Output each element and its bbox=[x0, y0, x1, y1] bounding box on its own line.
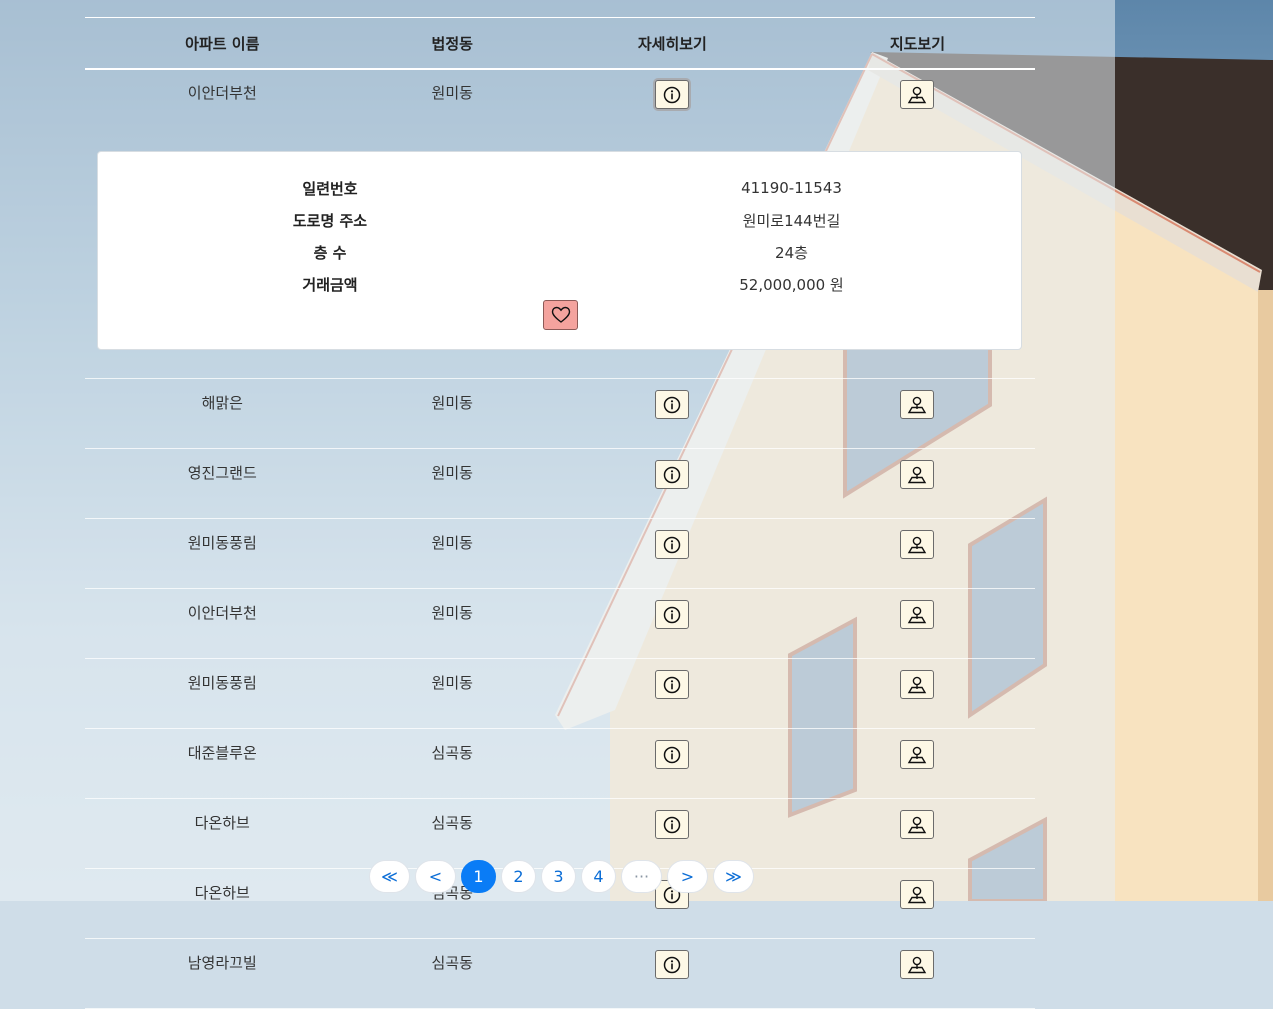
detail-label: 도로명 주소 bbox=[292, 211, 368, 230]
table-header-row: 아파트 이름 법정동 자세히보기 지도보기 bbox=[85, 17, 1035, 70]
table-row: 대준블루온 심곡동 bbox=[85, 728, 1035, 799]
map-pin-person-icon bbox=[908, 466, 927, 483]
page-3-button[interactable]: 3 bbox=[541, 860, 576, 893]
table-row: 이안더부천 원미동 bbox=[85, 69, 1035, 151]
header-dong: 법정동 bbox=[359, 17, 545, 70]
table-row: 다온하브 심곡동 bbox=[85, 798, 1035, 869]
header-apartment-name: 아파트 이름 bbox=[85, 17, 360, 70]
map-button[interactable] bbox=[900, 390, 935, 419]
detail-item: 일련번호 41190-11543 bbox=[98, 172, 1021, 204]
detail-value: 24층 bbox=[775, 243, 808, 262]
apartment-name: 영진그랜드 bbox=[85, 448, 360, 519]
details-button[interactable] bbox=[655, 740, 690, 769]
detail-value: 52,000,000 원 bbox=[739, 275, 844, 294]
details-button[interactable] bbox=[655, 530, 690, 559]
map-button[interactable] bbox=[900, 530, 935, 559]
dong-name: 원미동 bbox=[359, 658, 545, 729]
apartment-name: 이안더부천 bbox=[187, 84, 257, 102]
map-button[interactable] bbox=[900, 740, 935, 769]
apartment-name: 다온하브 bbox=[85, 798, 360, 869]
map-pin-person-icon bbox=[908, 956, 927, 973]
detail-card: 일련번호 41190-11543 도로명 주소 원미로144번길 층 수 24층 bbox=[97, 151, 1022, 350]
detail-item: 도로명 주소 원미로144번길 bbox=[98, 204, 1021, 236]
details-button[interactable] bbox=[655, 600, 690, 629]
info-circle-icon bbox=[664, 466, 681, 483]
info-circle-icon bbox=[664, 86, 681, 103]
detail-row: 일련번호 41190-11543 도로명 주소 원미로144번길 층 수 24층 bbox=[85, 151, 1035, 379]
map-pin-person-icon bbox=[908, 816, 927, 833]
details-button[interactable] bbox=[655, 460, 690, 489]
prev-page-button[interactable]: < bbox=[415, 860, 456, 893]
dong-name: 원미동 bbox=[359, 448, 545, 519]
apartment-name: 이안더부천 bbox=[85, 588, 360, 659]
table-row: 이안더부천 원미동 bbox=[85, 588, 1035, 659]
apartment-name: 원미동풍림 bbox=[85, 658, 360, 729]
dong-name: 심곡동 bbox=[359, 728, 545, 799]
pagination: ≪ < 1 2 3 4 ··· > ≫ bbox=[369, 860, 754, 893]
map-button[interactable] bbox=[900, 600, 935, 629]
detail-label: 일련번호 bbox=[302, 179, 358, 198]
info-circle-icon bbox=[664, 956, 681, 973]
map-pin-person-icon bbox=[908, 396, 927, 413]
map-button[interactable] bbox=[900, 810, 935, 839]
map-pin-person-icon bbox=[908, 536, 927, 553]
header-details: 자세히보기 bbox=[544, 17, 800, 70]
details-button[interactable] bbox=[655, 80, 690, 109]
dong-name: 심곡동 bbox=[359, 938, 545, 1009]
detail-label: 층 수 bbox=[313, 243, 347, 262]
info-circle-icon bbox=[664, 536, 681, 553]
dong-name: 심곡동 bbox=[359, 798, 545, 869]
dong-name: 원미동 bbox=[359, 378, 545, 449]
apartment-name: 해맑은 bbox=[85, 378, 360, 449]
detail-item: 거래금액 52,000,000 원 bbox=[98, 268, 1021, 300]
map-pin-person-icon bbox=[908, 86, 927, 103]
first-page-button[interactable]: ≪ bbox=[369, 860, 410, 893]
map-pin-person-icon bbox=[908, 746, 927, 763]
table-row: 해맑은 원미동 bbox=[85, 378, 1035, 449]
apartment-name: 대준블루온 bbox=[85, 728, 360, 799]
detail-item: 층 수 24층 bbox=[98, 236, 1021, 268]
favorite-button[interactable] bbox=[543, 300, 578, 330]
info-circle-icon bbox=[664, 606, 681, 623]
details-button[interactable] bbox=[655, 670, 690, 699]
details-button[interactable] bbox=[655, 390, 690, 419]
page-1-button[interactable]: 1 bbox=[461, 860, 496, 893]
next-page-button[interactable]: > bbox=[667, 860, 708, 893]
last-page-button[interactable]: ≫ bbox=[713, 860, 754, 893]
details-button[interactable] bbox=[655, 950, 690, 979]
table-row: 영진그랜드 원미동 bbox=[85, 448, 1035, 519]
map-button[interactable] bbox=[900, 670, 935, 699]
header-map: 지도보기 bbox=[799, 17, 1035, 70]
detail-value: 원미로144번길 bbox=[742, 211, 841, 230]
page-2-button[interactable]: 2 bbox=[501, 860, 536, 893]
dong-name: 원미동 bbox=[431, 84, 473, 102]
dong-name: 원미동 bbox=[359, 588, 545, 659]
map-button[interactable] bbox=[900, 80, 935, 109]
apartment-name: 원미동풍림 bbox=[85, 518, 360, 589]
details-button[interactable] bbox=[655, 810, 690, 839]
page-4-button[interactable]: 4 bbox=[581, 860, 616, 893]
map-button[interactable] bbox=[900, 460, 935, 489]
table-row: 원미동풍림 원미동 bbox=[85, 518, 1035, 589]
detail-value: 41190-11543 bbox=[741, 179, 842, 197]
apartment-name: 다온하브 bbox=[85, 868, 360, 939]
map-pin-person-icon bbox=[908, 676, 927, 693]
heart-icon bbox=[551, 306, 570, 323]
map-button[interactable] bbox=[900, 950, 935, 979]
table-row: 원미동풍림 원미동 bbox=[85, 658, 1035, 729]
info-circle-icon bbox=[664, 396, 681, 413]
info-circle-icon bbox=[664, 746, 681, 763]
detail-label: 거래금액 bbox=[302, 275, 358, 294]
table-row: 남영라끄빌 심곡동 bbox=[85, 938, 1035, 1009]
apartment-name: 남영라끄빌 bbox=[85, 938, 360, 1009]
map-pin-person-icon bbox=[908, 606, 927, 623]
info-circle-icon bbox=[664, 676, 681, 693]
dong-name: 원미동 bbox=[359, 518, 545, 589]
ellipsis-button[interactable]: ··· bbox=[621, 860, 662, 893]
info-circle-icon bbox=[664, 816, 681, 833]
map-button[interactable] bbox=[900, 880, 935, 909]
